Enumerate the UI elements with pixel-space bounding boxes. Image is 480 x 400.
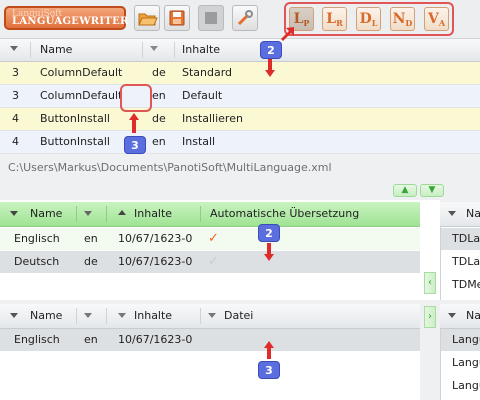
move-up-button[interactable]: ▲ xyxy=(393,184,417,197)
column-header-auto-translation[interactable]: Automatische Übersetzung xyxy=(210,203,359,225)
chevron-down-icon xyxy=(150,46,158,51)
sort-down-icon xyxy=(10,313,18,318)
marker-3-bottom: 3 xyxy=(258,361,280,379)
list-item-label: TDLar xyxy=(452,232,480,245)
list-item-label: Langu xyxy=(452,333,480,346)
row-value[interactable]: Default xyxy=(182,85,222,107)
row-value: 10/67/1623-0 xyxy=(118,333,193,346)
save-icon xyxy=(169,10,185,26)
chevron-down-icon xyxy=(84,211,92,216)
row-name: Englisch xyxy=(14,333,60,346)
sort-up-icon xyxy=(118,210,126,215)
marker-2-top: 2 xyxy=(260,41,282,59)
row-name: Englisch xyxy=(14,232,60,245)
row-value[interactable]: Standard xyxy=(182,62,232,84)
lang-button-dl[interactable]: DL xyxy=(356,7,381,31)
app-logo: LanguiSoft LANGUAGEWRITER xyxy=(4,6,129,30)
row-code: en xyxy=(84,333,98,346)
row-value: 10/67/1623-0 xyxy=(118,255,193,268)
row-value: 10/67/1623-0 xyxy=(118,232,193,245)
sort-down-icon xyxy=(10,46,18,51)
settings-button[interactable] xyxy=(232,5,258,31)
marker-2-top-arrow xyxy=(280,26,296,45)
stop-button[interactable] xyxy=(198,5,224,31)
marker-2-down-arrow xyxy=(264,58,276,81)
row-code: en xyxy=(84,232,98,245)
logo-main-text: LANGUAGEWRITER xyxy=(12,16,129,27)
checkmark-icon[interactable]: ✓ xyxy=(208,228,219,250)
sort-down-icon xyxy=(448,211,456,216)
folder-open-icon xyxy=(138,13,158,26)
chevron-down-icon xyxy=(118,313,126,318)
list-item-label: Langu xyxy=(452,379,480,392)
column-header-name[interactable]: Name xyxy=(30,203,62,225)
right-bottom-header[interactable]: Na xyxy=(466,305,480,327)
list-item-label: TDLar xyxy=(452,255,480,268)
row-number: 4 xyxy=(12,135,19,148)
list-item-label: Langu xyxy=(452,356,480,369)
row-number: 3 xyxy=(12,66,19,79)
row-language: en xyxy=(152,135,166,148)
right-top-header[interactable]: Na xyxy=(466,203,480,225)
table-row[interactable] xyxy=(0,329,420,351)
list-item-label: TDMe xyxy=(452,278,480,291)
save-button[interactable] xyxy=(164,5,190,31)
row-language: de xyxy=(152,66,166,79)
file-path-label: C:\Users\Markus\Documents\PanotiSoft\Mul… xyxy=(8,161,332,174)
checkmark-icon[interactable]: ✓ xyxy=(208,251,219,273)
marker-3-arrow xyxy=(128,112,140,137)
lang-button-lr[interactable]: LR xyxy=(322,7,347,31)
open-folder-button[interactable] xyxy=(134,5,160,31)
chevron-down-icon xyxy=(208,313,216,318)
row-value[interactable]: Install xyxy=(182,131,215,153)
row-number: 4 xyxy=(12,112,19,125)
column-header-datei[interactable]: Datei xyxy=(224,305,253,327)
column-header-name[interactable]: Name xyxy=(40,39,72,61)
column-header-inhalte[interactable]: Inhalte xyxy=(134,203,172,225)
marker-3-bottom-arrow xyxy=(263,340,275,363)
row-language: en xyxy=(152,89,166,102)
marker-2-mid-arrow xyxy=(263,242,275,265)
row-name: ButtonInstall xyxy=(40,112,110,125)
row-name: ButtonInstall xyxy=(40,135,110,148)
row-name: ColumnDefault xyxy=(40,89,123,102)
row-code: de xyxy=(84,255,98,268)
move-down-button[interactable]: ▼ xyxy=(420,184,444,197)
lang-button-va[interactable]: VA xyxy=(424,7,449,31)
tools-icon xyxy=(237,10,253,26)
stop-icon xyxy=(205,12,217,24)
row-name: Deutsch xyxy=(14,255,60,268)
chevron-down-icon xyxy=(84,313,92,318)
column-header-inhalte[interactable]: Inhalte xyxy=(134,305,172,327)
column-header-name[interactable]: Name xyxy=(30,305,62,327)
lang-button-nd[interactable]: ND xyxy=(390,7,415,31)
sort-down-icon xyxy=(10,211,18,216)
row-name: ColumnDefault xyxy=(40,66,123,79)
row-number: 3 xyxy=(12,89,19,102)
row-language: de xyxy=(152,112,166,125)
marker-3: 3 xyxy=(124,136,146,154)
scroll-left-button[interactable]: ‹ xyxy=(424,272,436,294)
marker-2-mid: 2 xyxy=(258,224,280,242)
empty-cell-highlight xyxy=(120,84,152,112)
row-value[interactable]: Installieren xyxy=(182,108,243,130)
sort-down-icon xyxy=(448,313,456,318)
scroll-right-button[interactable]: › xyxy=(424,306,436,328)
column-header-inhalte[interactable]: Inhalte xyxy=(182,39,220,61)
